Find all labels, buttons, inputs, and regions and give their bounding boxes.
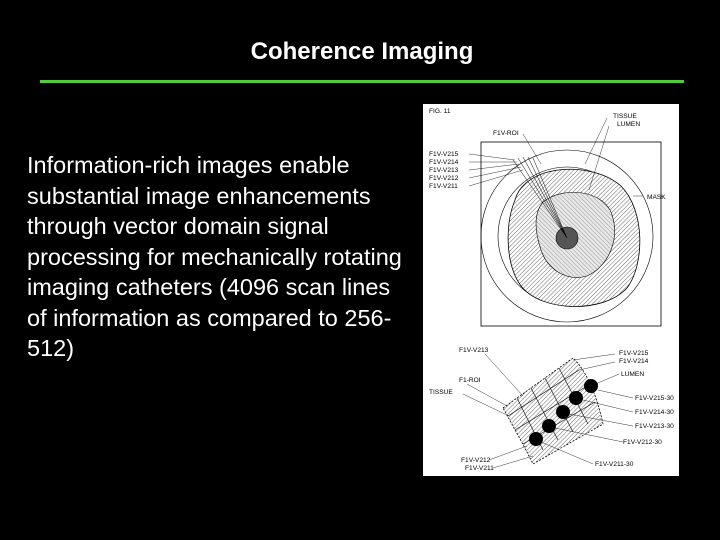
- label-v211-top: F1V-V211: [429, 183, 458, 190]
- label-tissue-bottom: TISSUE: [429, 389, 453, 396]
- label-v215-30: F1V-V215-30: [635, 395, 674, 402]
- label-tissue-top: TISSUE: [613, 113, 637, 120]
- label-v211-bottom: F1V-V211: [465, 465, 494, 472]
- patent-figure: FIG. 11 TISSUE LUMEN F1V-ROI MASK F1V-V2…: [423, 104, 679, 476]
- label-v215-top: F1V-V215: [429, 151, 459, 158]
- body-text: Information-rich images enable substanti…: [27, 152, 402, 361]
- fig-label: FIG. 11: [429, 108, 451, 115]
- label-lumen-bottom: LUMEN: [621, 371, 644, 378]
- roi-region: [502, 357, 604, 465]
- label-roi-bottom: F1-ROI: [459, 377, 481, 384]
- figure-diagram: FIG. 11 TISSUE LUMEN F1V-ROI MASK F1V-V2…: [429, 108, 674, 472]
- label-v211-30: F1V-V211-30: [595, 461, 634, 468]
- slide-title: Coherence Imaging: [250, 38, 474, 65]
- label-v212-bottom: F1V-V212: [461, 457, 491, 464]
- label-v214-bottom: F1V-V214: [619, 358, 649, 365]
- label-mask: MASK: [647, 194, 666, 201]
- label-v213-30: F1V-V213-30: [635, 423, 674, 430]
- label-v212-top: F1V-V212: [429, 175, 459, 182]
- label-v215-bottom: F1V-V215: [619, 350, 649, 357]
- label-lumen-top: LUMEN: [617, 121, 640, 128]
- label-v214-30: F1V-V214-30: [635, 409, 674, 416]
- label-v213-bottom: F1V-V213: [459, 347, 489, 354]
- label-v214-top: F1V-V214: [429, 159, 459, 166]
- label-roi-top: F1V-ROI: [493, 130, 519, 137]
- label-v212-30: F1V-V212-30: [623, 439, 662, 446]
- label-v213-top: F1V-V213: [429, 167, 459, 174]
- title-underline: [40, 80, 684, 83]
